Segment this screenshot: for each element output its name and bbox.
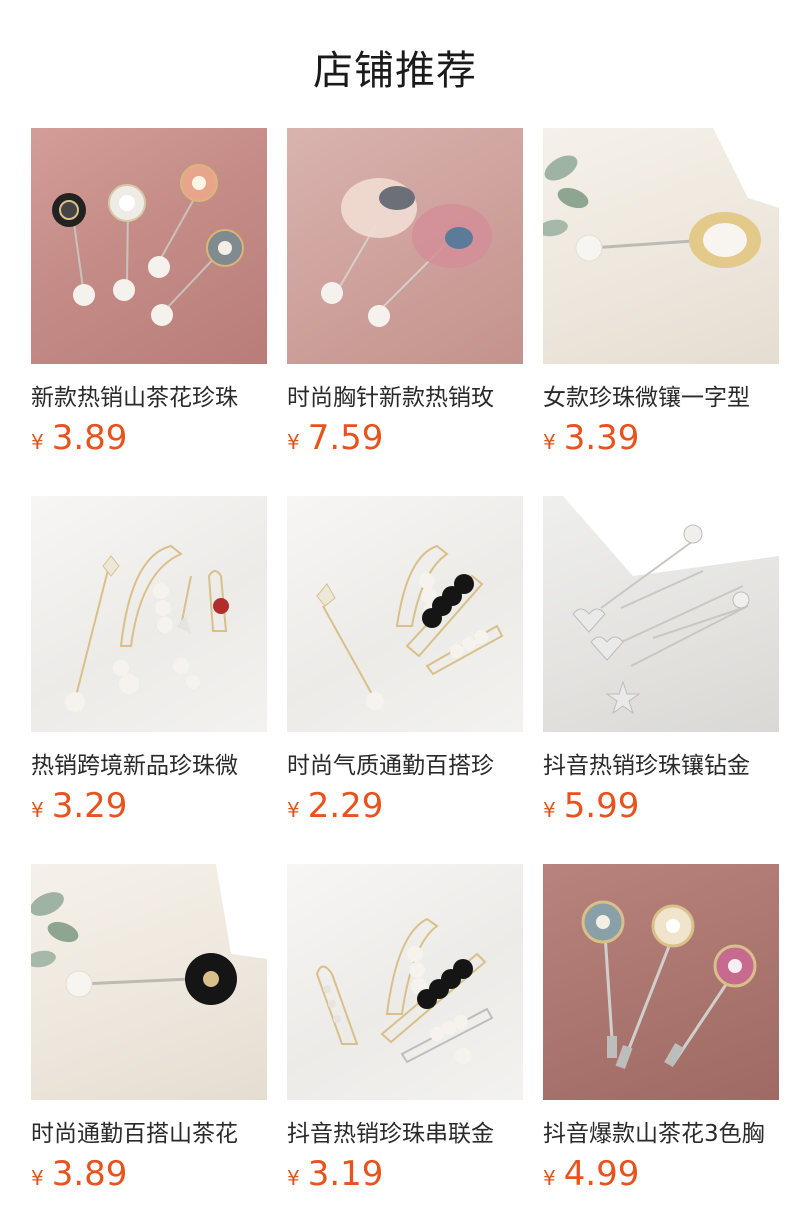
product-card[interactable]: 时尚气质通勤百搭珍 ¥2.29 bbox=[287, 496, 523, 826]
product-card[interactable]: 抖音热销珍珠镶钻金 ¥5.99 bbox=[543, 496, 779, 826]
price-value: 2.29 bbox=[307, 786, 384, 826]
currency-symbol: ¥ bbox=[287, 1166, 300, 1190]
product-image[interactable] bbox=[31, 864, 267, 1100]
currency-symbol: ¥ bbox=[31, 430, 44, 454]
product-image[interactable] bbox=[543, 496, 779, 732]
product-card[interactable]: 热销跨境新品珍珠微 ¥3.29 bbox=[31, 496, 267, 826]
product-image[interactable] bbox=[287, 864, 523, 1100]
currency-symbol: ¥ bbox=[543, 430, 556, 454]
product-card[interactable]: 新款热销山茶花珍珠 ¥3.89 bbox=[31, 128, 267, 458]
product-title[interactable]: 时尚通勤百搭山茶花 bbox=[31, 1114, 267, 1148]
currency-symbol: ¥ bbox=[543, 798, 556, 822]
product-title[interactable]: 抖音热销珍珠镶钻金 bbox=[543, 746, 779, 780]
currency-symbol: ¥ bbox=[543, 1166, 556, 1190]
product-price: ¥3.29 bbox=[31, 786, 127, 826]
product-image[interactable] bbox=[287, 128, 523, 364]
price-value: 3.89 bbox=[51, 418, 128, 458]
product-price: ¥3.19 bbox=[287, 1154, 383, 1194]
product-price: ¥7.59 bbox=[287, 418, 383, 458]
product-image[interactable] bbox=[31, 128, 267, 364]
currency-symbol: ¥ bbox=[31, 798, 44, 822]
product-card[interactable]: 抖音热销珍珠串联金 ¥3.19 bbox=[287, 864, 523, 1194]
product-image[interactable] bbox=[543, 128, 779, 364]
price-value: 7.59 bbox=[307, 418, 384, 458]
product-title[interactable]: 新款热销山茶花珍珠 bbox=[31, 378, 267, 412]
product-image[interactable] bbox=[543, 864, 779, 1100]
price-value: 4.99 bbox=[563, 1154, 640, 1194]
product-price: ¥3.89 bbox=[31, 418, 127, 458]
product-price: ¥5.99 bbox=[543, 786, 639, 826]
product-title[interactable]: 时尚胸针新款热销玫 bbox=[287, 378, 523, 412]
currency-symbol: ¥ bbox=[287, 798, 300, 822]
product-card[interactable]: 抖音爆款山茶花3色胸 ¥4.99 bbox=[543, 864, 779, 1194]
price-value: 5.99 bbox=[563, 786, 640, 826]
product-price: ¥3.89 bbox=[31, 1154, 127, 1194]
product-title[interactable]: 抖音热销珍珠串联金 bbox=[287, 1114, 523, 1148]
product-card[interactable]: 时尚胸针新款热销玫 ¥7.59 bbox=[287, 128, 523, 458]
product-card[interactable]: 女款珍珠微镶一字型 ¥3.39 bbox=[543, 128, 779, 458]
price-value: 3.39 bbox=[563, 418, 640, 458]
product-card[interactable]: 时尚通勤百搭山茶花 ¥3.89 bbox=[31, 864, 267, 1194]
product-price: ¥2.29 bbox=[287, 786, 383, 826]
currency-symbol: ¥ bbox=[31, 1166, 44, 1190]
price-value: 3.89 bbox=[51, 1154, 128, 1194]
product-grid: 新款热销山茶花珍珠 ¥3.89 时尚胸针新款热销玫 ¥7.59 女款珍珠微镶一字… bbox=[31, 128, 790, 1232]
product-price: ¥3.39 bbox=[543, 418, 639, 458]
price-value: 3.19 bbox=[307, 1154, 384, 1194]
price-value: 3.29 bbox=[51, 786, 128, 826]
currency-symbol: ¥ bbox=[287, 430, 300, 454]
product-image[interactable] bbox=[31, 496, 267, 732]
product-title[interactable]: 时尚气质通勤百搭珍 bbox=[287, 746, 523, 780]
product-image[interactable] bbox=[287, 496, 523, 732]
product-title[interactable]: 女款珍珠微镶一字型 bbox=[543, 378, 779, 412]
product-title[interactable]: 热销跨境新品珍珠微 bbox=[31, 746, 267, 780]
section-title: 店铺推荐 bbox=[313, 48, 477, 94]
product-title[interactable]: 抖音爆款山茶花3色胸 bbox=[543, 1114, 779, 1148]
product-price: ¥4.99 bbox=[543, 1154, 639, 1194]
